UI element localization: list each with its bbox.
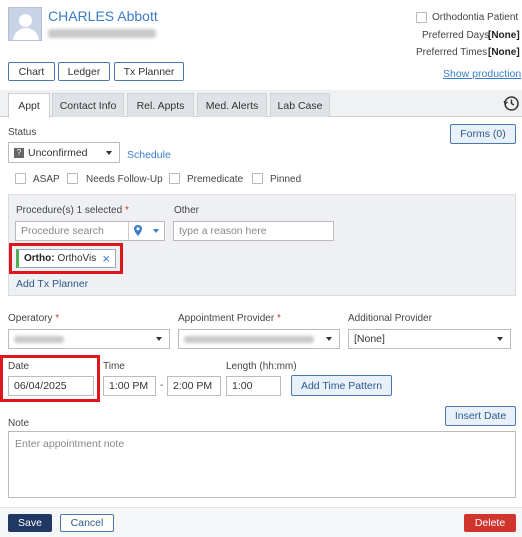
patient-avatar (8, 7, 42, 41)
tab-contact-info[interactable]: Contact Info (52, 93, 124, 117)
remove-procedure-icon[interactable]: × (102, 251, 110, 266)
add-tx-planner-link[interactable]: Add Tx Planner (16, 278, 88, 290)
history-icon[interactable] (503, 95, 520, 112)
operatory-select[interactable] (8, 329, 170, 349)
ledger-button[interactable]: Ledger (58, 62, 110, 81)
preferred-times-value: [None] (488, 47, 520, 58)
orthodontia-checkbox[interactable] (416, 12, 427, 23)
preferred-times-label: Preferred Times (416, 47, 488, 58)
status-label: Status (8, 127, 37, 138)
note-textarea[interactable]: Enter appointment note (8, 431, 516, 498)
forms-button[interactable]: Forms (0) (450, 124, 516, 144)
premedicate-label: Premedicate (187, 174, 244, 185)
provider-value-redacted (184, 335, 314, 343)
pinned-checkbox[interactable] (252, 173, 263, 184)
tab-appt[interactable]: Appt (8, 93, 50, 118)
chevron-down-icon (497, 337, 503, 341)
tab-med-alerts[interactable]: Med. Alerts (197, 93, 267, 117)
location-pin-icon[interactable] (133, 224, 143, 237)
procedure-chip[interactable]: Ortho: OrthoVis × (16, 249, 116, 268)
needs-follow-up-label: Needs Follow-Up (86, 174, 163, 185)
date-label: Date (8, 361, 30, 372)
tx-planner-button[interactable]: Tx Planner (114, 62, 184, 81)
preferred-days-value: [None] (488, 30, 520, 41)
end-time-input[interactable]: 2:00 PM (167, 376, 221, 396)
operatory-label: Operatory * (8, 313, 60, 324)
procedure-dropdown-icon[interactable] (153, 229, 159, 233)
chevron-down-icon (326, 337, 332, 341)
premedicate-checkbox[interactable] (169, 173, 180, 184)
asap-label: ASAP (33, 174, 60, 185)
tab-rel-appts[interactable]: Rel. Appts (127, 93, 194, 117)
additional-provider-label: Additional Provider (348, 313, 432, 324)
other-label: Other (174, 205, 200, 216)
orthodontia-label: Orthodontia Patient (432, 12, 519, 23)
pinned-label: Pinned (270, 174, 302, 185)
tab-lab-case[interactable]: Lab Case (270, 93, 330, 117)
add-time-pattern-button[interactable]: Add Time Pattern (291, 375, 392, 396)
note-label: Note (8, 418, 30, 429)
other-reason-input[interactable]: type a reason here (173, 221, 334, 241)
insert-date-button[interactable]: Insert Date (445, 406, 516, 426)
save-button[interactable]: Save (8, 514, 52, 532)
operatory-value-redacted (14, 335, 64, 343)
length-label: Length (hh:mm) (226, 361, 297, 372)
appointment-provider-label: Appointment Provider * (178, 313, 281, 324)
date-input[interactable]: 06/04/2025 (8, 376, 94, 396)
cancel-button[interactable]: Cancel (60, 514, 114, 532)
chart-button[interactable]: Chart (8, 62, 55, 81)
delete-button[interactable]: Delete (464, 514, 516, 532)
patient-name[interactable]: CHARLES Abbott (48, 8, 158, 24)
show-production-link[interactable]: Show production (443, 68, 521, 80)
asap-checkbox[interactable] (15, 173, 26, 184)
time-separator: - (160, 380, 164, 391)
chevron-down-icon (156, 337, 162, 341)
patient-info-redacted (48, 29, 156, 38)
procedures-label: Procedure(s) 1 selected * (16, 205, 129, 216)
unconfirmed-icon: ? (14, 147, 24, 158)
chevron-down-icon (106, 150, 112, 155)
length-input[interactable]: 1:00 (226, 376, 281, 396)
schedule-link[interactable]: Schedule (127, 149, 171, 161)
appointment-provider-select[interactable] (178, 329, 340, 349)
time-label: Time (103, 361, 125, 372)
status-select[interactable]: ? Unconfirmed (8, 142, 120, 163)
status-value: Unconfirmed (28, 146, 88, 159)
additional-provider-select[interactable]: [None] (348, 329, 511, 349)
preferred-days-label: Preferred Days (422, 30, 490, 41)
needs-follow-up-checkbox[interactable] (67, 173, 78, 184)
start-time-input[interactable]: 1:00 PM (103, 376, 156, 396)
